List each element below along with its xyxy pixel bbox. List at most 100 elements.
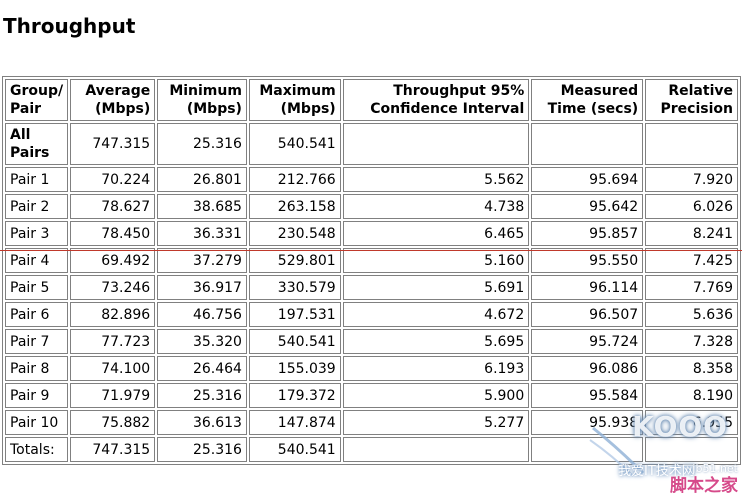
table-cell: 5.277 xyxy=(342,410,530,435)
table-cell: 6.026 xyxy=(645,194,738,219)
table-cell xyxy=(645,123,738,165)
table-row: Pair 2 78.627 38.685 263.158 4.738 95.64… xyxy=(5,194,738,219)
table-cell: Pair 2 xyxy=(5,194,68,219)
table-cell: Pair 10 xyxy=(5,410,68,435)
table-row: Pair 1 70.224 26.801 212.766 5.562 95.69… xyxy=(5,167,738,192)
watermark-cn-text: 脚本之家 xyxy=(670,476,738,496)
table-cell: Pair 7 xyxy=(5,329,68,354)
table-cell: 6.465 xyxy=(342,221,530,246)
throughput-table: Group/ Pair Average (Mbps) Minimum (Mbps… xyxy=(2,76,741,465)
table-cell: 35.320 xyxy=(157,329,247,354)
table-cell: 263.158 xyxy=(248,194,341,219)
table-cell: 540.541 xyxy=(248,123,341,165)
table-cell: 5.562 xyxy=(342,167,530,192)
table-cell: 95.857 xyxy=(531,221,644,246)
table-cell: 147.874 xyxy=(248,410,341,435)
header-relative-precision: Relative Precision xyxy=(645,79,738,121)
table-cell: 7.425 xyxy=(645,248,738,273)
site-watermark: KOOO 我爱IT技术网 jb51.net 脚本之家 xyxy=(588,410,738,496)
table-cell: 747.315 xyxy=(69,123,156,165)
table-cell: All Pairs xyxy=(5,123,68,165)
table-cell: 95.724 xyxy=(531,329,644,354)
table-cell: 78.450 xyxy=(69,221,156,246)
watermark-brand: KOOO xyxy=(632,410,728,443)
table-cell: 4.672 xyxy=(342,302,530,327)
table-cell: Totals: xyxy=(5,437,68,462)
table-cell: 8.190 xyxy=(645,383,738,408)
table-cell: 212.766 xyxy=(248,167,341,192)
table-cell: 7.769 xyxy=(645,275,738,300)
table-cell: 747.315 xyxy=(69,437,156,462)
table-cell: 26.801 xyxy=(157,167,247,192)
table-cell xyxy=(342,123,530,165)
throughput-table-container: Group/ Pair Average (Mbps) Minimum (Mbps… xyxy=(2,76,741,465)
header-group-pair: Group/ Pair xyxy=(5,79,68,121)
table-cell: 95.584 xyxy=(531,383,644,408)
table-cell: 7.920 xyxy=(645,167,738,192)
table-cell: 8.358 xyxy=(645,356,738,381)
table-row: Pair 5 73.246 36.917 330.579 5.691 96.11… xyxy=(5,275,738,300)
table-cell: Pair 3 xyxy=(5,221,68,246)
table-cell: 36.917 xyxy=(157,275,247,300)
table-row: Pair 9 71.979 25.316 179.372 5.900 95.58… xyxy=(5,383,738,408)
table-cell: Pair 9 xyxy=(5,383,68,408)
table-cell: 78.627 xyxy=(69,194,156,219)
table-cell: 37.279 xyxy=(157,248,247,273)
table-row: Pair 4 69.492 37.279 529.801 5.160 95.55… xyxy=(5,248,738,273)
header-average: Average (Mbps) xyxy=(69,79,156,121)
table-cell: 540.541 xyxy=(248,329,341,354)
table-cell: 155.039 xyxy=(248,356,341,381)
table-cell: 540.541 xyxy=(248,437,341,462)
table-cell: 36.331 xyxy=(157,221,247,246)
table-cell: 36.613 xyxy=(157,410,247,435)
table-cell: 7.328 xyxy=(645,329,738,354)
table-cell: Pair 1 xyxy=(5,167,68,192)
table-row: Pair 7 77.723 35.320 540.541 5.695 95.72… xyxy=(5,329,738,354)
table-cell: Pair 4 xyxy=(5,248,68,273)
table-cell: 197.531 xyxy=(248,302,341,327)
table-row-all-pairs: All Pairs 747.315 25.316 540.541 xyxy=(5,123,738,165)
table-cell: 95.642 xyxy=(531,194,644,219)
table-cell: 70.224 xyxy=(69,167,156,192)
table-cell: 73.246 xyxy=(69,275,156,300)
table-cell: 96.114 xyxy=(531,275,644,300)
table-row: Pair 8 74.100 26.464 155.039 6.193 96.08… xyxy=(5,356,738,381)
table-cell: Pair 8 xyxy=(5,356,68,381)
table-cell: 26.464 xyxy=(157,356,247,381)
table-cell: 25.316 xyxy=(157,123,247,165)
table-cell: Pair 5 xyxy=(5,275,68,300)
table-cell: 95.694 xyxy=(531,167,644,192)
table-cell: 25.316 xyxy=(157,437,247,462)
table-cell: 529.801 xyxy=(248,248,341,273)
table-cell: 8.241 xyxy=(645,221,738,246)
table-cell: Pair 6 xyxy=(5,302,68,327)
table-cell: 75.882 xyxy=(69,410,156,435)
table-cell: 230.548 xyxy=(248,221,341,246)
table-cell: 96.507 xyxy=(531,302,644,327)
header-confidence-interval: Throughput 95% Confidence Interval xyxy=(342,79,530,121)
table-cell: 74.100 xyxy=(69,356,156,381)
table-cell: 5.160 xyxy=(342,248,530,273)
header-maximum: Maximum (Mbps) xyxy=(248,79,341,121)
table-cell xyxy=(531,123,644,165)
table-cell: 69.492 xyxy=(69,248,156,273)
red-strike-line xyxy=(0,250,742,251)
table-cell: 6.193 xyxy=(342,356,530,381)
table-cell: 71.979 xyxy=(69,383,156,408)
header-measured-time: Measured Time (secs) xyxy=(531,79,644,121)
page-title: Throughput xyxy=(3,14,136,38)
table-cell: 4.738 xyxy=(342,194,530,219)
table-cell: 82.896 xyxy=(69,302,156,327)
table-cell xyxy=(342,437,530,462)
table-cell: 330.579 xyxy=(248,275,341,300)
table-header-row: Group/ Pair Average (Mbps) Minimum (Mbps… xyxy=(5,79,738,121)
table-row: Pair 3 78.450 36.331 230.548 6.465 95.85… xyxy=(5,221,738,246)
table-cell: 96.086 xyxy=(531,356,644,381)
table-cell: 5.636 xyxy=(645,302,738,327)
table-cell: 5.691 xyxy=(342,275,530,300)
table-cell: 46.756 xyxy=(157,302,247,327)
table-cell: 25.316 xyxy=(157,383,247,408)
table-cell: 38.685 xyxy=(157,194,247,219)
table-row: Pair 6 82.896 46.756 197.531 4.672 96.50… xyxy=(5,302,738,327)
table-cell: 5.695 xyxy=(342,329,530,354)
